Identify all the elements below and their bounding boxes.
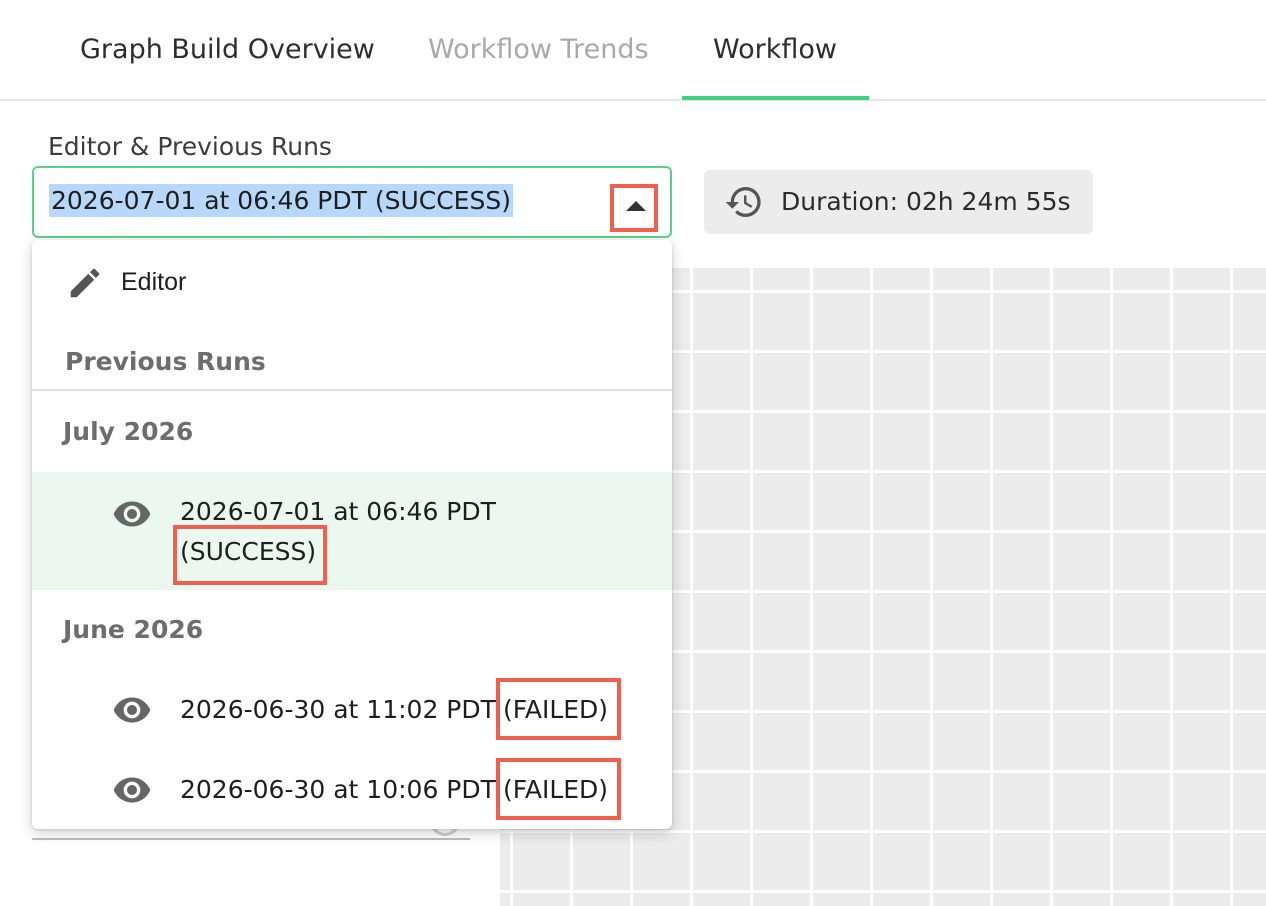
run-item-2026-06-30-1006[interactable]: 2026-06-30 at 10:06 PDT (FAILED) xyxy=(32,750,672,829)
run-item-2026-07-01-0646[interactable]: 2026-07-01 at 06:46 PDT (SUCCESS) xyxy=(32,472,672,590)
eye-icon xyxy=(113,697,151,723)
duration-badge: Duration: 02h 24m 55s xyxy=(704,170,1093,234)
editor-label: Editor xyxy=(121,268,187,296)
run-selector-label: Editor & Previous Runs xyxy=(48,132,332,161)
status-highlight-box xyxy=(496,758,621,820)
run-dropdown-menu: Editor Previous Runs July 2026 2026-07-0… xyxy=(32,240,672,829)
run-selector[interactable]: 2026-07-01 at 06:46 PDT (SUCCESS) xyxy=(32,166,672,238)
caret-up-icon xyxy=(626,201,646,211)
active-tab-indicator xyxy=(682,96,869,100)
dropdown-item-editor[interactable]: Editor xyxy=(32,240,672,326)
run-item-2026-06-30-1102[interactable]: 2026-06-30 at 11:02 PDT (FAILED) xyxy=(32,670,672,750)
tab-bar: Graph Build Overview Workflow Trends Wor… xyxy=(0,0,1266,101)
eye-icon xyxy=(113,501,151,527)
eye-icon xyxy=(113,777,151,803)
run-selector-value: 2026-07-01 at 06:46 PDT (SUCCESS) xyxy=(49,184,513,217)
left-panel-divider xyxy=(32,838,470,840)
run-item-time: 2026-06-30 at 10:06 PDT xyxy=(180,775,496,804)
previous-runs-header: Previous Runs xyxy=(65,347,266,376)
group-label-june-2026: June 2026 xyxy=(63,615,204,644)
group-label-july-2026: July 2026 xyxy=(63,417,194,446)
dropdown-divider xyxy=(32,389,672,391)
status-highlight-box xyxy=(496,678,621,740)
dropdown-toggle[interactable] xyxy=(610,184,658,232)
tab-graph-build-overview[interactable]: Graph Build Overview xyxy=(80,34,375,65)
run-item-time: 2026-06-30 at 11:02 PDT xyxy=(180,695,496,724)
history-icon xyxy=(725,187,761,218)
pencil-icon xyxy=(70,268,100,298)
status-highlight-box xyxy=(173,525,327,585)
tab-workflow-trends[interactable]: Workflow Trends xyxy=(428,34,649,65)
tab-workflow[interactable]: Workflow xyxy=(713,34,837,65)
duration-text: Duration: 02h 24m 55s xyxy=(781,187,1071,216)
